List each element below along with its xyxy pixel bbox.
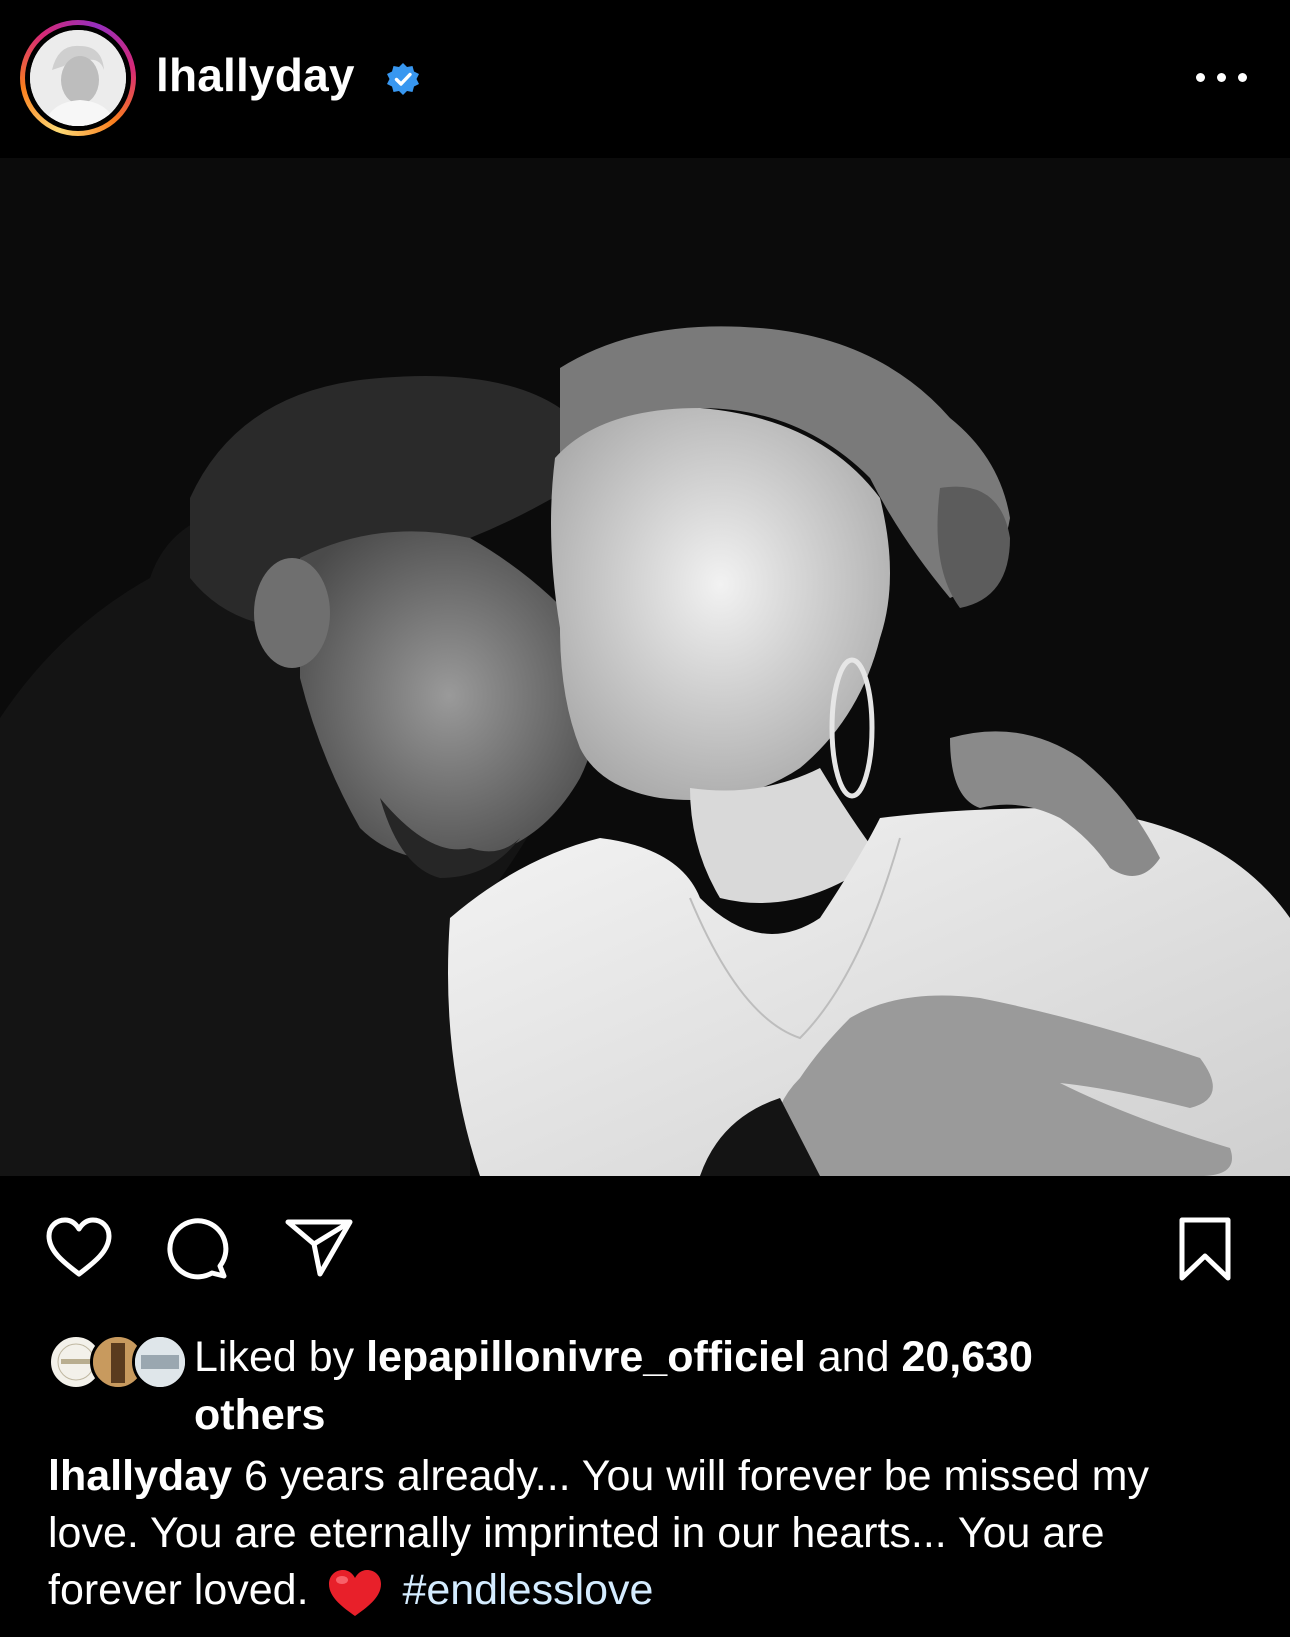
story-ring-avatar[interactable] [20,20,136,136]
post-header: lhallyday [0,0,1290,158]
likes-count[interactable]: 20,630 [901,1333,1033,1381]
post-username[interactable]: lhallyday [156,48,355,102]
caption-hashtag[interactable]: #endlesslove [402,1566,653,1614]
avatar[interactable] [30,30,126,126]
more-horizontal-icon [1196,73,1205,82]
post-photo[interactable] [0,158,1290,1176]
liker-avatars[interactable] [48,1334,188,1390]
heart-outline-icon[interactable] [44,1216,114,1278]
likes-text: Liked by lepapillonivre_officiel and 20,… [194,1328,1264,1444]
more-options-button[interactable] [1196,60,1252,94]
bookmark-icon[interactable] [1176,1216,1234,1282]
likes-middle: and [805,1333,902,1381]
liker-avatar [132,1334,188,1390]
likes-others[interactable]: others [194,1391,325,1439]
red-heart-emoji-icon [329,1569,382,1616]
post-actions [0,1176,1290,1296]
paper-plane-icon[interactable] [284,1216,354,1278]
comment-bubble-icon[interactable] [164,1216,230,1282]
liker-username[interactable]: lepapillonivre_officiel [366,1333,806,1381]
caption-author[interactable]: lhallyday [48,1452,232,1500]
verified-badge-icon [387,63,419,95]
post-caption: lhallyday 6 years already... You will fo… [48,1448,1248,1619]
likes-prefix: Liked by [194,1333,367,1381]
